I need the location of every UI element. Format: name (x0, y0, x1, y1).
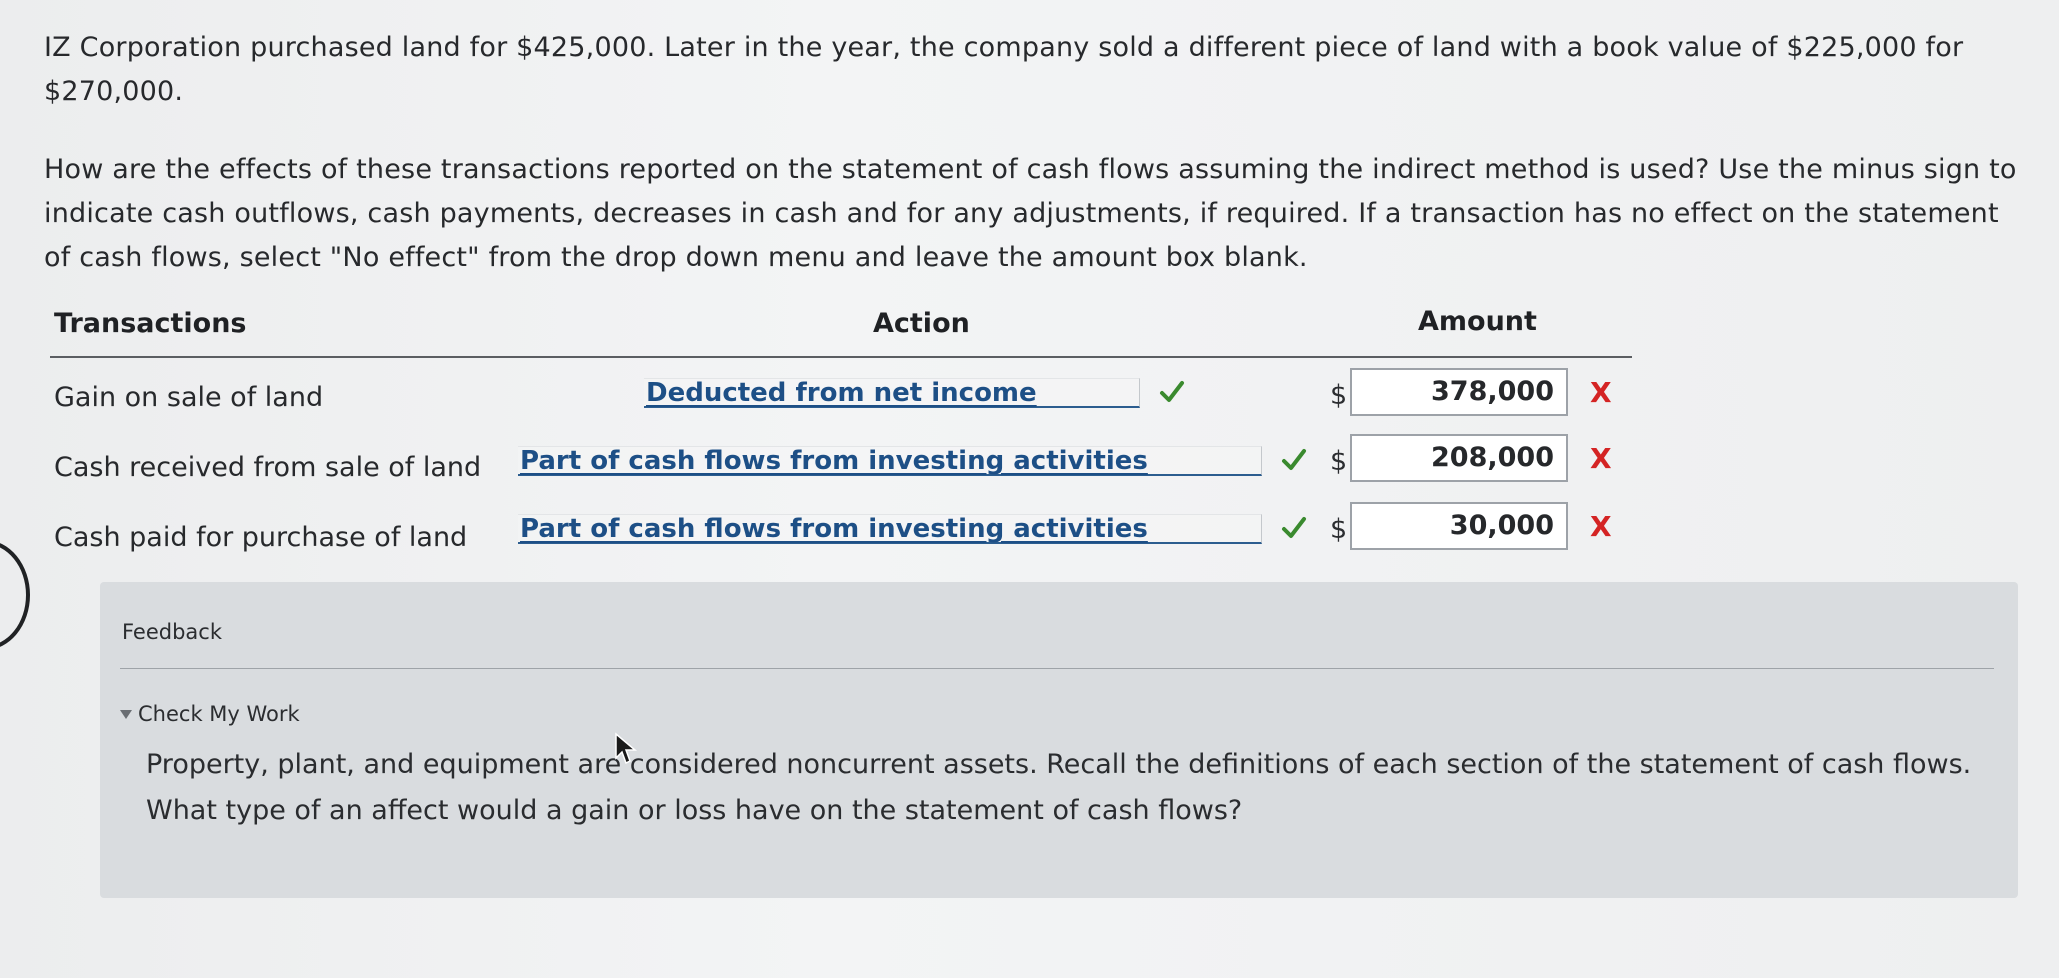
action-select-gain-on-sale[interactable]: Deducted from net income (644, 378, 1140, 408)
row-label-cash-received: Cash received from sale of land (54, 452, 482, 483)
feedback-hint: Property, plant, and equipment are consi… (146, 749, 1972, 826)
triangle-down-icon (120, 709, 132, 719)
mouse-cursor-icon (615, 732, 638, 765)
row-label-gain-on-sale: Gain on sale of land (54, 382, 324, 413)
action-select-value: Part of cash flows from investing activi… (520, 446, 1148, 476)
action-select-cash-received[interactable]: Part of cash flows from investing activi… (518, 446, 1262, 476)
feedback-panel: Feedback Check My Work Property, plant, … (100, 582, 2018, 898)
amount-input-gain-on-sale[interactable]: 378,000 (1350, 368, 1568, 416)
incorrect-x-icon: X (1590, 442, 1612, 475)
amount-input-cash-received[interactable]: 208,000 (1350, 434, 1568, 482)
header-divider (50, 356, 1632, 358)
check-icon (1160, 381, 1184, 402)
currency-symbol: $ (1330, 514, 1348, 545)
check-icon (1282, 449, 1306, 470)
action-select-value: Part of cash flows from investing activi… (520, 514, 1148, 544)
header-amount: Amount (1418, 306, 1537, 337)
currency-symbol: $ (1330, 446, 1348, 477)
currency-symbol: $ (1330, 380, 1348, 411)
header-action: Action (873, 308, 970, 339)
row-label-cash-paid: Cash paid for purchase of land (54, 522, 468, 553)
feedback-title: Feedback (122, 620, 223, 644)
check-icon (1282, 517, 1306, 538)
question-instructions: How are the effects of these transaction… (44, 154, 2017, 273)
question-intro: IZ Corporation purchased land for $425,0… (44, 32, 1964, 107)
scroll-edge-circle (0, 540, 30, 650)
action-select-value: Deducted from net income (646, 378, 1037, 408)
incorrect-x-icon: X (1590, 510, 1612, 543)
incorrect-x-icon: X (1590, 376, 1612, 409)
problem-page: IZ Corporation purchased land for $425,0… (0, 0, 2059, 978)
feedback-divider (120, 668, 1994, 669)
check-my-work-toggle[interactable]: Check My Work (120, 702, 300, 726)
amount-input-cash-paid[interactable]: 30,000 (1350, 502, 1568, 550)
action-select-cash-paid[interactable]: Part of cash flows from investing activi… (518, 514, 1262, 544)
check-my-work-label: Check My Work (138, 702, 300, 726)
header-transactions: Transactions (54, 308, 247, 339)
